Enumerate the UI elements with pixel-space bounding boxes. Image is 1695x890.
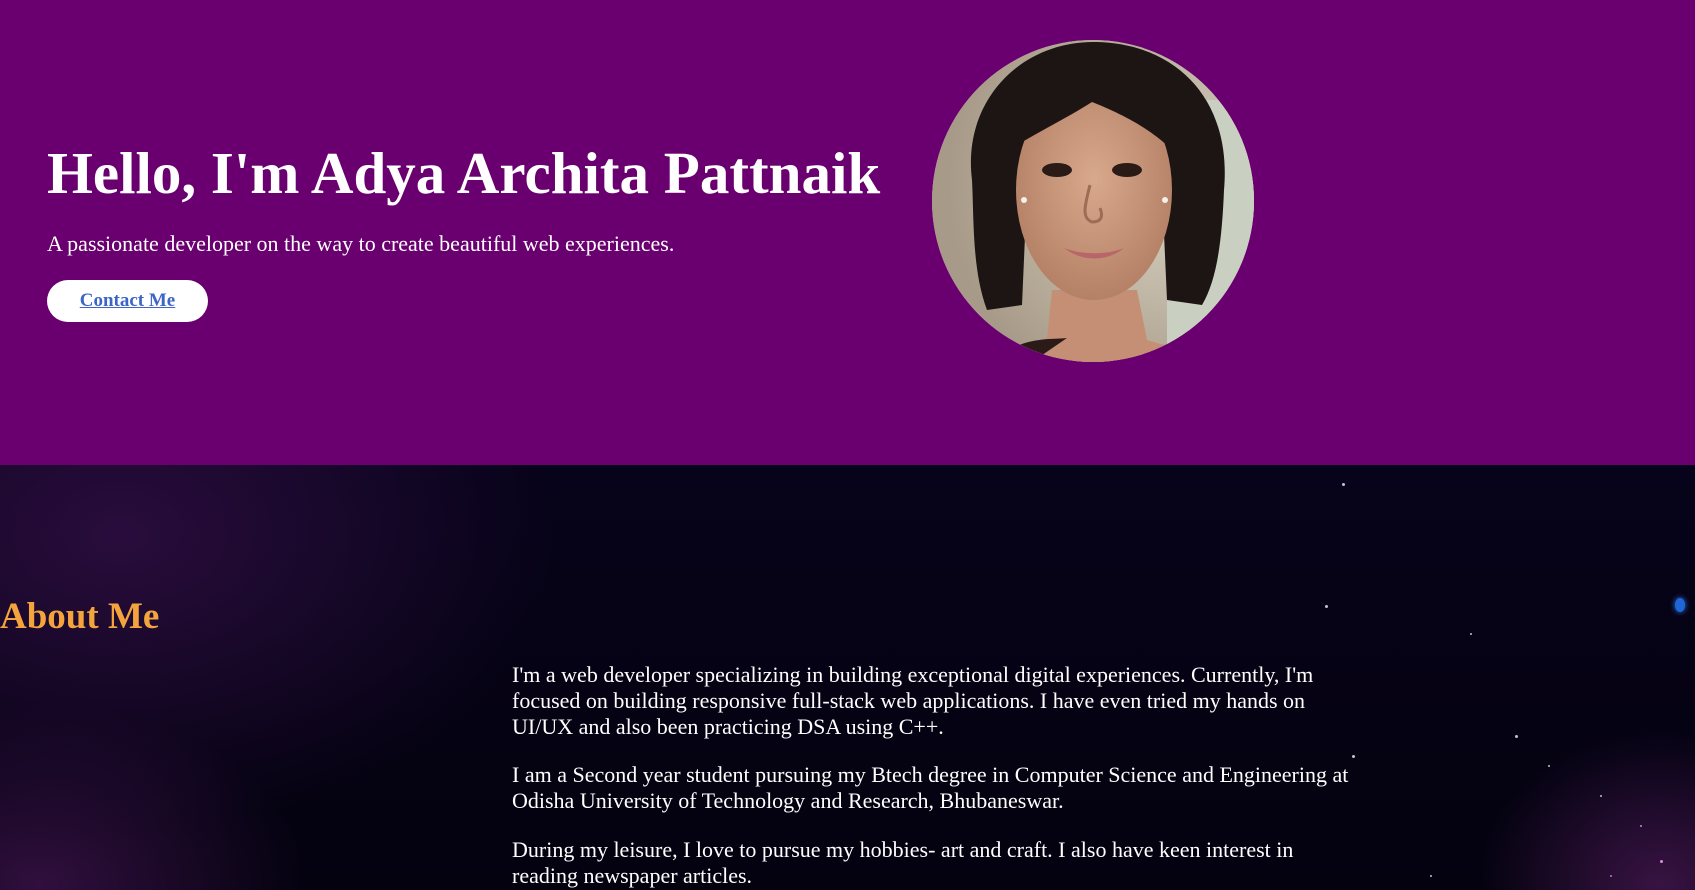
star-decoration bbox=[1325, 605, 1328, 608]
star-decoration bbox=[1352, 755, 1355, 758]
profile-photo-illustration bbox=[932, 40, 1254, 362]
star-decoration bbox=[1515, 735, 1518, 738]
star-decoration bbox=[1600, 795, 1602, 797]
profile-photo bbox=[932, 40, 1254, 362]
about-heading: About Me bbox=[0, 596, 160, 637]
about-paragraph: During my leisure, I love to pursue my h… bbox=[512, 837, 1294, 888]
hero-section: Hello, I'm Adya Archita Pattnaik A passi… bbox=[0, 0, 1695, 465]
contact-me-button[interactable]: Contact Me bbox=[47, 280, 208, 322]
star-decoration bbox=[1548, 765, 1550, 767]
star-decoration bbox=[1430, 875, 1432, 877]
star-decoration bbox=[1610, 875, 1612, 877]
star-decoration bbox=[1660, 860, 1663, 863]
about-paragraph: I'm a web developer specializing in buil… bbox=[512, 662, 1314, 739]
about-paragraph: I am a Second year student pursuing my B… bbox=[512, 762, 1349, 813]
star-decoration bbox=[1640, 825, 1642, 827]
hero-subtitle: A passionate developer on the way to cre… bbox=[47, 231, 675, 256]
star-decoration bbox=[1675, 598, 1685, 612]
about-section: About Me I'm a web developer specializin… bbox=[0, 465, 1695, 890]
star-decoration bbox=[1342, 483, 1345, 486]
star-decoration bbox=[1470, 633, 1472, 635]
hero-title: Hello, I'm Adya Archita Pattnaik bbox=[47, 140, 881, 206]
